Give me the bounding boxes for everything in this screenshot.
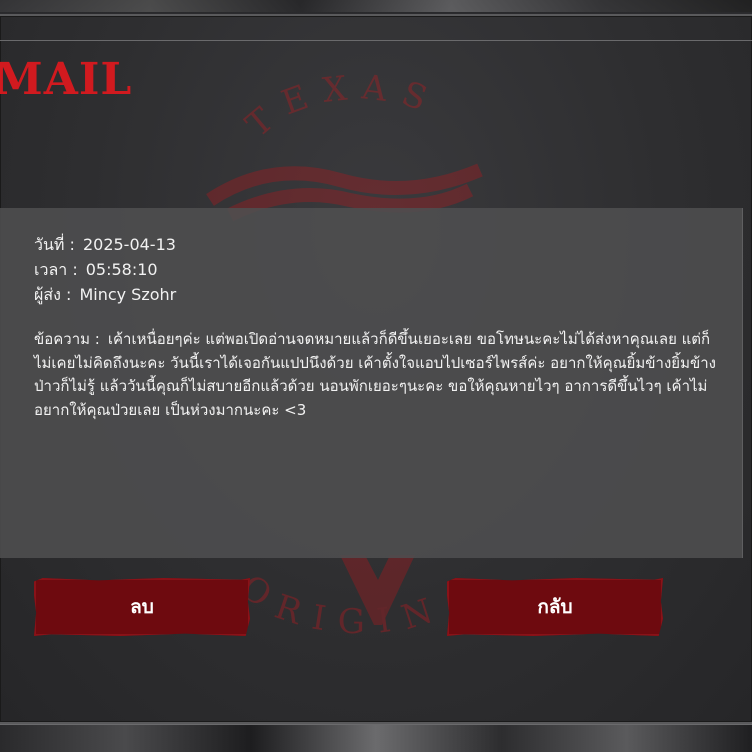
panel-bottom-rule	[0, 724, 752, 725]
sender-value: Mincy Szohr	[79, 285, 177, 304]
message-body: ข้อความ : เค้าเหนื่อยๆค่ะ แต่พอเปิดอ่านจด…	[34, 328, 724, 422]
date-label: วันที่ :	[34, 235, 75, 254]
message-label: ข้อความ :	[34, 330, 100, 348]
background-bottom-strip	[0, 722, 752, 752]
delete-button[interactable]: ลบ	[34, 578, 250, 636]
sender-row: ผู้ส่ง : Mincy Szohr	[34, 282, 176, 307]
time-row: เวลา : 05:58:10	[34, 257, 176, 282]
mail-meta: วันที่ : 2025-04-13 เวลา : 05:58:10 ผู้ส่ง…	[34, 232, 176, 307]
page-title: MAIL	[0, 54, 133, 105]
emblem-bottom-text: ORIGIN	[233, 567, 451, 642]
emblem-top-text: TEXAS	[239, 67, 446, 145]
date-value: 2025-04-13	[82, 235, 176, 254]
back-button[interactable]: กลับ	[447, 578, 663, 636]
date-row: วันที่ : 2025-04-13	[34, 232, 176, 257]
time-label: เวลา :	[34, 260, 78, 279]
panel-top-rule	[0, 40, 752, 41]
background-top-strip	[0, 0, 752, 12]
message-text: เค้าเหนื่อยๆค่ะ แต่พอเปิดอ่านจดหมายแล้วก…	[34, 330, 716, 419]
time-value: 05:58:10	[85, 260, 158, 279]
sender-label: ผู้ส่ง :	[34, 285, 72, 304]
